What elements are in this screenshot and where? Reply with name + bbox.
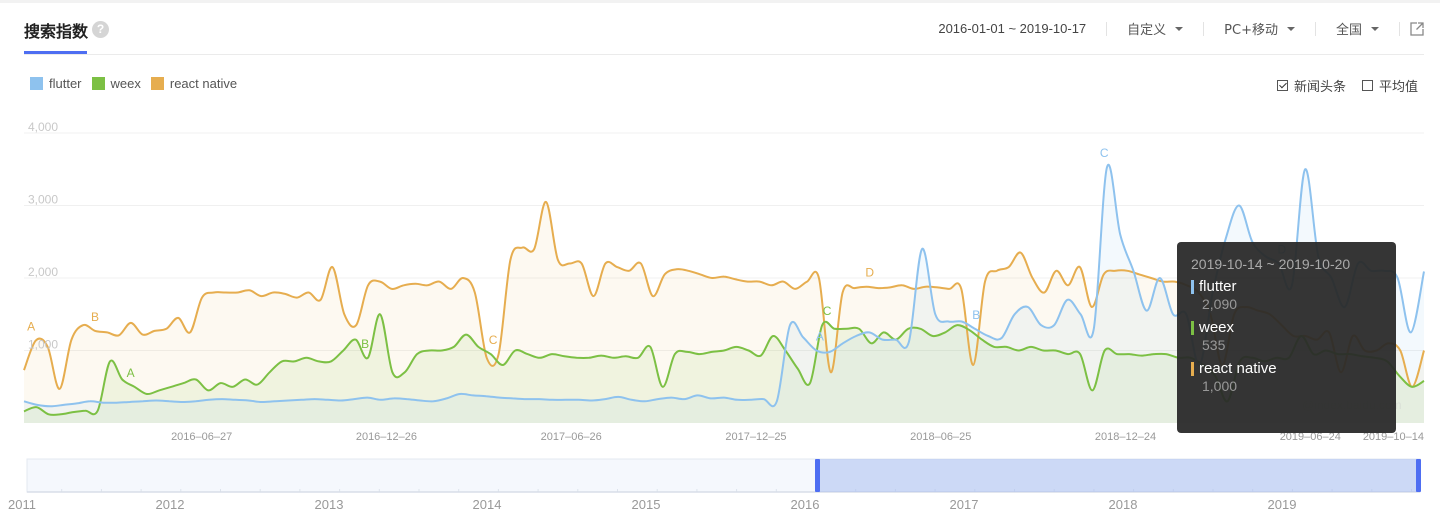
tooltip-series-name: weex xyxy=(1199,319,1235,336)
x-tick-label: 2017–12–25 xyxy=(725,431,786,443)
chart-tooltip: 2019-10-14 ~ 2019-10-20 flutter 2,090 weex… xyxy=(1177,242,1396,433)
y-tick-label: 4,000 xyxy=(28,120,58,134)
annotation-react-native-B[interactable]: B xyxy=(91,310,99,324)
tooltip-series-value: 535 xyxy=(1202,337,1226,353)
tooltip-series-marker xyxy=(1191,320,1194,335)
x-tick-label: 2017–06–26 xyxy=(541,431,602,443)
navigator-year-label: 2016 xyxy=(791,497,820,512)
annotation-weex-B[interactable]: B xyxy=(361,337,369,351)
navigator-year-label: 2019 xyxy=(1268,497,1297,512)
tooltip-date: 2019-10-14 ~ 2019-10-20 xyxy=(1191,256,1351,272)
x-tick-label: 2018–12–24 xyxy=(1095,431,1156,443)
y-tick-label: 2,000 xyxy=(28,265,58,279)
tooltip-series-marker xyxy=(1191,279,1194,294)
annotation-react-native-A[interactable]: A xyxy=(27,319,35,333)
annotation-react-native-D[interactable]: D xyxy=(865,266,874,280)
tooltip-series-value: 1,000 xyxy=(1202,378,1238,394)
annotation-weex-A[interactable]: A xyxy=(127,366,135,380)
tooltip-series-name: react native xyxy=(1199,360,1277,377)
navigator-year-label: 2018 xyxy=(1109,497,1138,512)
annotation-react-native-C[interactable]: C xyxy=(489,333,498,347)
tooltip-row-weex: weex xyxy=(1191,319,1382,336)
x-tick-label: 2016–06–27 xyxy=(171,431,232,443)
navigator-year-label: 2014 xyxy=(473,497,502,512)
tooltip-series-value: 2,090 xyxy=(1202,296,1238,312)
tooltip-row-flutter: flutter xyxy=(1191,278,1382,295)
navigator-year-label: 2013 xyxy=(315,497,344,512)
navigator-handle-left[interactable] xyxy=(815,459,820,492)
annotation-flutter-B[interactable]: B xyxy=(972,308,980,322)
annotation-flutter-A[interactable]: A xyxy=(816,330,824,344)
tooltip-row-react-native: react native xyxy=(1191,360,1382,377)
annotation-flutter-C[interactable]: C xyxy=(1100,146,1109,160)
annotation-weex-C[interactable]: C xyxy=(823,304,832,318)
navigator-year-label: 2015 xyxy=(632,497,661,512)
tooltip-series-marker xyxy=(1191,361,1194,376)
tooltip-series-name: flutter xyxy=(1199,278,1237,295)
navigator-year-label: 2012 xyxy=(156,497,185,512)
x-tick-label: 2018–06–25 xyxy=(910,431,971,443)
navigator-selection[interactable] xyxy=(818,459,1418,492)
x-tick-label: 2016–12–26 xyxy=(356,431,417,443)
y-tick-label: 3,000 xyxy=(28,193,58,207)
navigator-year-label: 2017 xyxy=(950,497,979,512)
navigator-handle-right[interactable] xyxy=(1416,459,1421,492)
y-tick-label: 1,000 xyxy=(28,338,58,352)
navigator-year-label: 2011 xyxy=(8,497,36,512)
